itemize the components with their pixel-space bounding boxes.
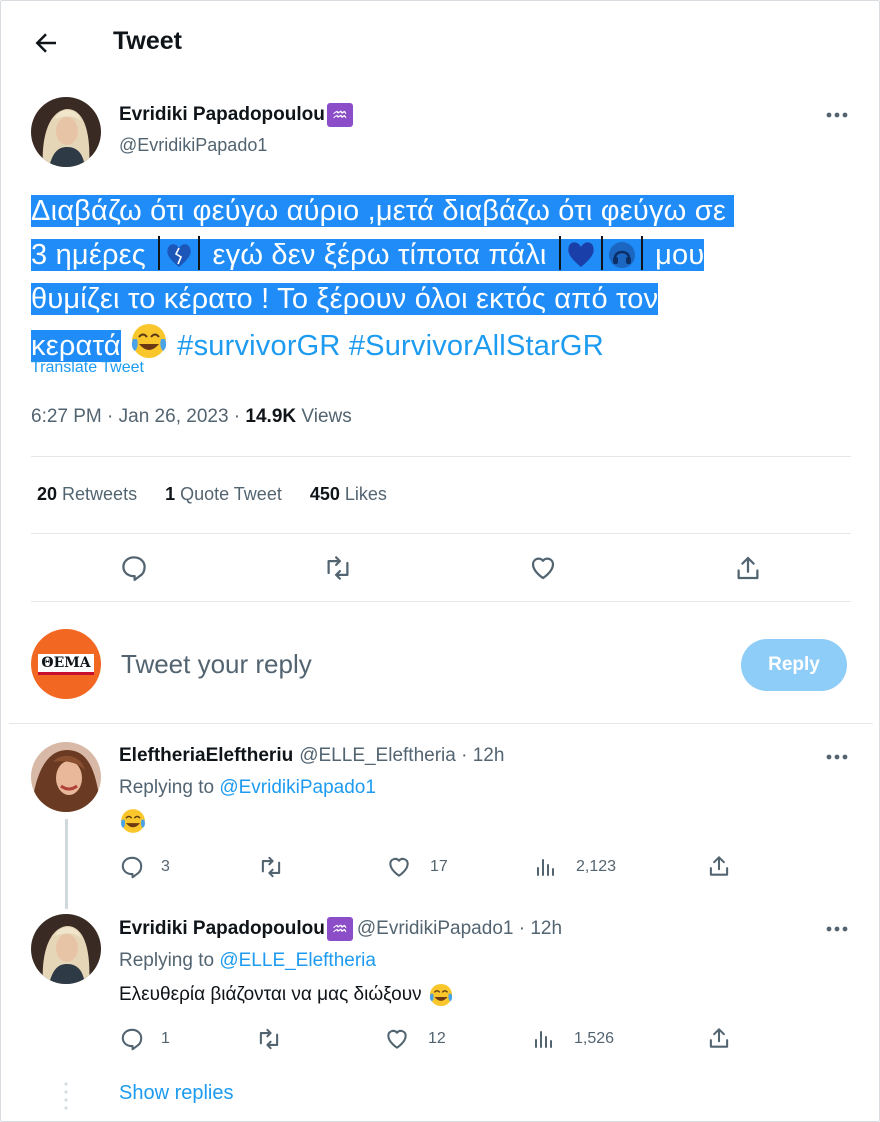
back-arrow-icon[interactable] — [31, 28, 61, 58]
divider — [31, 601, 851, 602]
reply-actions: 1 — [119, 1026, 170, 1052]
reply-count: 3 — [161, 858, 170, 875]
replying-to: Replying to @EvridikiPapado1 — [119, 777, 376, 799]
divider — [31, 533, 851, 534]
views-action: 2,123 — [534, 854, 616, 880]
tweet-time[interactable]: 6:27 PM · Jan 26, 2023 · — [31, 406, 245, 427]
retweet-icon[interactable] — [255, 1026, 283, 1052]
show-replies-link[interactable]: Show replies — [119, 1082, 234, 1105]
author-handle[interactable]: @EvridikiPapado1 — [119, 135, 267, 156]
reply-author-name[interactable]: EleftheriaEleftheriu — [119, 745, 293, 767]
views-icon[interactable] — [532, 1026, 556, 1052]
likes-stat[interactable]: 450 Likes — [310, 484, 387, 505]
like-count: 17 — [430, 858, 448, 875]
tweet-text-line-2c: μου — [655, 239, 705, 271]
reply-actions: 3 — [119, 854, 170, 880]
more-options-icon[interactable] — [823, 919, 851, 939]
like-action: 17 — [386, 854, 448, 880]
reply-input[interactable]: Tweet your reply — [121, 649, 312, 680]
thread-line — [65, 819, 68, 909]
more-options-icon[interactable] — [823, 105, 851, 125]
views-icon[interactable] — [534, 854, 558, 880]
aquarius-emoji: ♒ — [326, 917, 353, 941]
headphones-emoji — [607, 240, 637, 270]
author-name[interactable]: Evridiki Papadopoulou ♒ — [119, 103, 353, 127]
reply-author[interactable]: EleftheriaEleftheriu @ELLE_Eleftheria · 1… — [119, 745, 504, 767]
divider — [31, 456, 851, 457]
tweet-timestamp[interactable]: 6:27 PM · Jan 26, 2023 · 14.9K Views — [31, 406, 352, 428]
reply-author[interactable]: Evridiki Papadopoulou ♒ @EvridikiPapado1 ·… — [119, 917, 562, 941]
reply-button[interactable]: Reply — [741, 639, 847, 691]
tweet-text-line-1: Διαβάζω ότι φεύγω αύριο ,μετά διαβάζω ότ… — [31, 195, 726, 227]
reply-avatar[interactable] — [31, 742, 101, 812]
quotes-count: 1 — [165, 484, 176, 504]
hashtags-link[interactable]: #survivorGR #SurvivorAllStarGR — [177, 330, 604, 362]
reply-author-name[interactable]: Evridiki Papadopoulou — [119, 918, 325, 940]
likes-count: 450 — [309, 484, 340, 504]
views-count: 2,123 — [576, 858, 617, 875]
reply-text: Ελευθερία βιάζονται να μας διώξουν — [119, 982, 454, 1008]
views-count: 1,526 — [574, 1030, 615, 1047]
reply-text-content: Ελευθερία βιάζονται να μας διώξουν — [119, 984, 422, 1005]
aquarius-emoji: ♒ — [326, 103, 353, 127]
tweet-page: Tweet Evridiki Papadopoulou ♒ @EvridikiPa… — [0, 0, 880, 1122]
logo: ΘΕΜΑ — [38, 653, 94, 675]
mention-link[interactable]: @ELLE_Eleftheria — [219, 950, 376, 971]
tweet-text-line-2a: 3 ημέρες — [31, 239, 146, 271]
tears-of-joy-emoji — [119, 807, 147, 835]
tweet-stats: 20 Retweets 1 Quote Tweet 450 Likes — [37, 484, 387, 505]
retweets-count: 20 — [37, 484, 58, 504]
like-icon[interactable] — [528, 553, 558, 583]
tweet-text-line-3: θυμίζει το κέρατο ! Το ξέρουν όλοι εκτός… — [31, 283, 659, 315]
quotes-label: Quote Tweet — [175, 484, 282, 504]
translate-tweet-link[interactable]: Translate Tweet — [31, 359, 144, 377]
reply-count: 1 — [161, 1030, 170, 1047]
like-count: 12 — [428, 1030, 446, 1047]
retweets-stat[interactable]: 20 Retweets — [37, 484, 137, 505]
likes-label: Likes — [339, 484, 387, 504]
reply-handle-time[interactable]: @EvridikiPapado1 · 12h — [357, 918, 562, 940]
author-name-text[interactable]: Evridiki Papadopoulou — [119, 104, 325, 126]
reply-icon[interactable] — [119, 854, 145, 880]
reply-icon[interactable] — [119, 553, 149, 583]
more-replies-dots — [64, 1081, 68, 1111]
replying-label: Replying to — [119, 777, 220, 798]
current-user-avatar[interactable]: ΘΕΜΑ — [31, 629, 101, 699]
retweet-icon[interactable] — [257, 854, 285, 880]
views-action: 1,526 — [532, 1026, 614, 1052]
share-icon[interactable] — [733, 553, 763, 583]
mention-link[interactable]: @EvridikiPapado1 — [219, 777, 376, 798]
tweet-text-line-4: κερατά — [31, 330, 121, 362]
reply-avatar[interactable] — [31, 914, 101, 984]
share-icon[interactable] — [706, 853, 732, 879]
page-title: Tweet — [113, 27, 182, 55]
reply-handle-time[interactable]: @ELLE_Eleftheria · 12h — [299, 745, 504, 767]
tweet-text: Διαβάζω ότι φεύγω αύριο ,μετά διαβάζω ότ… — [31, 189, 861, 368]
replying-to: Replying to @ELLE_Eleftheria — [119, 950, 376, 972]
views-label: Views — [296, 406, 352, 427]
divider — [9, 723, 873, 724]
quotes-stat[interactable]: 1 Quote Tweet — [165, 484, 282, 505]
retweet-icon[interactable] — [323, 553, 353, 583]
broken-heart-emoji — [164, 240, 194, 270]
views-count: 14.9K — [245, 406, 297, 427]
like-action: 12 — [384, 1026, 446, 1052]
tweet-text-line-2b: εγώ δεν ξέρω τίποτα πάλι — [212, 239, 547, 271]
more-options-icon[interactable] — [823, 747, 851, 767]
like-icon[interactable] — [386, 854, 412, 880]
tears-of-joy-emoji — [428, 982, 454, 1008]
like-icon[interactable] — [384, 1026, 410, 1052]
retweets-label: Retweets — [57, 484, 138, 504]
tears-of-joy-emoji — [129, 321, 169, 361]
author-avatar[interactable] — [31, 97, 101, 167]
replying-label: Replying to — [119, 950, 220, 971]
reply-icon[interactable] — [119, 1026, 145, 1052]
blue-heart-emoji — [565, 238, 597, 270]
share-icon[interactable] — [706, 1025, 732, 1051]
